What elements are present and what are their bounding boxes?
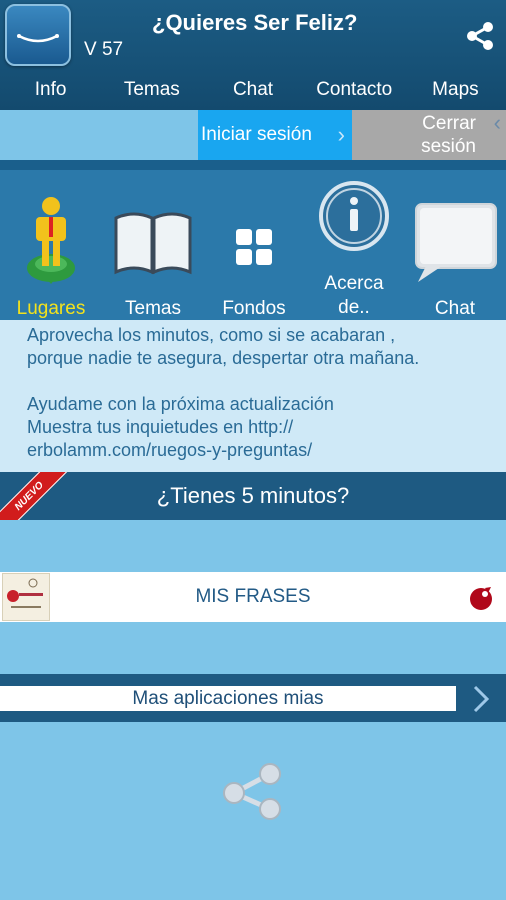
message-line: porque nadie te asegura, despertar otra … [27,348,420,368]
logout-label-line2: sesión [421,136,476,157]
open-book-icon [114,212,192,275]
nav-item-chat[interactable]: Chat [202,76,303,106]
top-nav: Info Temas Chat Contacto Maps [0,76,506,106]
chevron-right-icon: › [337,122,345,147]
version-label: V 57 [84,39,124,60]
menu-item-chat[interactable]: Chat [404,170,506,320]
menu-label-chat: Chat [434,298,476,319]
app-logo-icon [5,4,71,66]
menu-label-temas: Temas [125,298,181,319]
more-apps-label: Mas aplicaciones mias [0,686,456,711]
mis-frases-label: MIS FRASES [195,586,311,607]
frases-thumbnail-icon [2,573,50,621]
record-icon [468,585,494,611]
map-pin-person-icon [27,197,75,284]
nav-item-info[interactable]: Info [0,76,101,106]
new-badge: NUEVO [0,472,75,520]
menu-item-temas[interactable]: Temas [102,170,204,320]
menu-label-lugares: Lugares [16,298,86,319]
share-icon[interactable] [220,762,286,820]
nav-item-maps[interactable]: Maps [405,76,506,106]
logout-button[interactable]: Cerrar sesión ‹ [352,110,506,160]
menu-label-fondos: Fondos [222,298,286,319]
menu-item-lugares[interactable]: Lugares [0,170,102,320]
menu-item-acerca[interactable]: Acerca de.. [304,170,404,320]
share-icon[interactable] [464,20,496,52]
login-label: Iniciar sesión [201,124,312,145]
quiz-banner-title: ¿Tienes 5 minutos? [156,483,350,508]
nav-item-contacto[interactable]: Contacto [304,76,405,106]
message-panel: Aprovecha los minutos, como si se acabar… [0,320,506,472]
menu-label-acerca: Acerca de.. [324,273,384,318]
grid-icon [236,229,272,265]
app-header: ¿Quieres Ser Feliz? V 57 Info Temas Chat… [0,0,506,110]
icon-menu: Lugares Temas Fondos Acerca de.. Chat [0,170,506,320]
mis-frases-row[interactable]: MIS FRASES [0,572,506,622]
divider [0,160,506,170]
session-bar: Iniciar sesión › Cerrar sesión ‹ [0,110,506,160]
more-apps-bar[interactable]: Mas aplicaciones mias [0,674,506,722]
menu-item-fondos[interactable]: Fondos [204,170,304,320]
login-button[interactable]: Iniciar sesión › [198,110,352,160]
message-line: Muestra tus inquietudes en http:// [27,417,294,437]
speech-bubble-icon [415,203,497,282]
logout-label-line1: Cerrar [422,113,476,134]
message-line: Ayudame con la próxima actualización [27,394,334,414]
info-icon [319,181,389,251]
quiz-banner[interactable]: NUEVO ¿Tienes 5 minutos? [0,472,506,520]
chevron-right-icon[interactable] [470,684,492,714]
message-link[interactable]: erbolamm.com/ruegos-y-preguntas/ [27,439,506,462]
chevron-left-icon: ‹ [493,110,501,135]
message-line: Aprovecha los minutos, como si se acabar… [27,325,396,345]
app-title: ¿Quieres Ser Feliz? [152,10,358,35]
nav-item-temas[interactable]: Temas [101,76,202,106]
